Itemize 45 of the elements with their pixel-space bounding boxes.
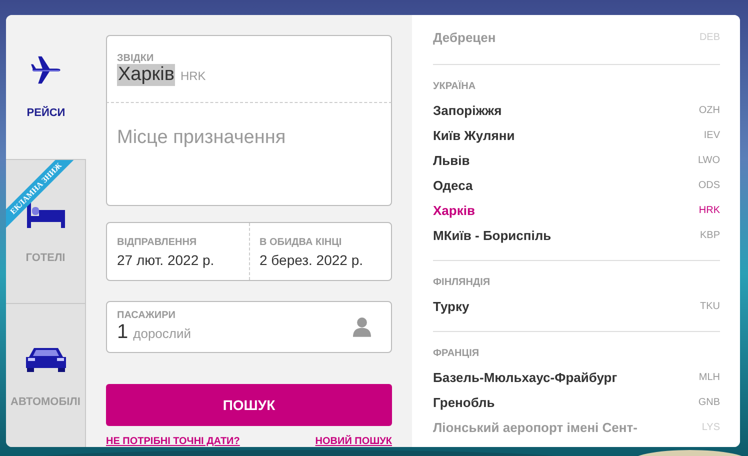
airport-name: МКиїв - Бориспіль [433,228,552,243]
person-icon [353,317,371,338]
link[interactable]: НЕ ПОТРІБНІ ТОЧНІ ДАТИ? [106,436,240,447]
airport-name: Базель-Мюльхаус-Фрайбург [433,370,618,385]
airport-name: Львів [433,153,470,168]
country-heading: ФРАНЦІЯ [433,347,480,361]
field-label: ПАСАЖИРИ [117,310,176,322]
airport-code: OZH [698,105,720,116]
airport-code: HRK [180,69,206,83]
passengers-field[interactable]: ПАСАЖИРИ 1 дорослий [106,301,392,354]
airport-option[interactable]: Гренобль GNB [433,390,720,415]
airport-option[interactable]: МКиїв - Бориспіль KBP [433,223,720,248]
airport-code: IEV [704,130,720,141]
origin-field[interactable]: ЗВІДКИ Харків HRK [106,35,392,103]
link[interactable]: НОВИЙ ПОШУК [315,436,392,447]
airport-name: Запоріжжя [433,103,502,118]
airport-name: Харків [433,203,475,218]
airport-option[interactable]: Одеса ODS [433,173,720,198]
airport-code: KBP [700,230,720,241]
country-heading: ФІНЛЯНДІЯ [433,276,492,290]
airport-name: Гренобль [433,395,495,410]
passenger-count: 1 [117,321,128,344]
airport-code: TKU [700,301,720,312]
airport-code: GNB [698,397,720,408]
airport-name: Київ Жуляни [433,128,515,143]
passenger-type: дорослий [133,326,192,342]
field-label: ЗВІДКИ [117,53,155,64]
airport-option[interactable]: Київ Жуляни IEV [433,123,720,148]
airport-option[interactable]: Львів LWO [433,148,720,173]
airport-code: ODS [698,180,720,191]
airport-code: HRK [698,205,720,216]
airport-code: MLH [698,372,720,383]
airport-code: LWO [698,155,720,166]
destination-field[interactable]: Місце призначення [106,102,392,206]
airport-option[interactable]: Запоріжжя OZH [433,98,720,123]
airport-name: Дебрецен [433,30,496,45]
airport-option[interactable]: Базель-Мюльхаус-Фрайбург MLH [433,365,720,390]
airport-name: Турку [433,299,470,314]
airport-option[interactable]: Турку TKU [433,294,720,319]
airport-name: Ліонський аеропорт імені Сент- [433,420,638,435]
airport-name: Одеса [433,178,473,193]
search-button[interactable]: ПОШУК [106,384,392,426]
airport-option[interactable]: Харків HRK [433,198,720,223]
origin-value: Харків [117,64,176,86]
country-heading: УКРАЇНА [433,80,477,94]
